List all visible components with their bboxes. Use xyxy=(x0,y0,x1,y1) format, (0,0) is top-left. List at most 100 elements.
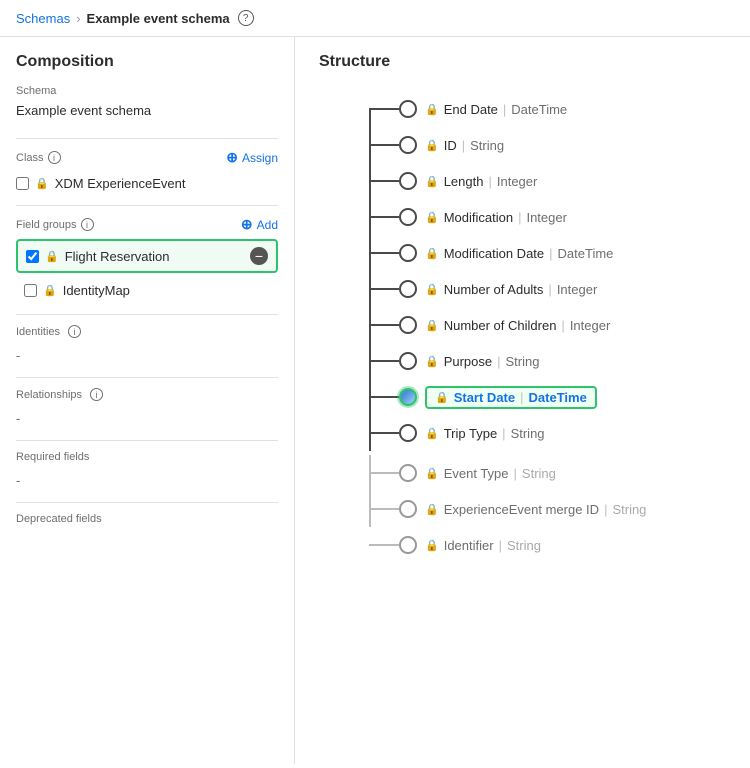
node-field-1: 🔒 ID | String xyxy=(425,138,504,153)
fg-checkbox-0[interactable] xyxy=(26,250,39,263)
right-panel: Structure 🔒 End Date | DateTime 🔒 ID | S… xyxy=(295,37,750,764)
add-plus-icon: ⊕ xyxy=(241,216,253,233)
field-groups-label-text: Field groups xyxy=(16,219,77,231)
divider-2 xyxy=(16,205,278,206)
node-circle-9[interactable] xyxy=(399,424,417,442)
node-sep-5: | xyxy=(548,282,551,297)
tree-row-1: 🔒 ID | String xyxy=(399,127,726,163)
node-circle-1[interactable] xyxy=(399,136,417,154)
sub-name-1: ExperienceEvent merge ID xyxy=(444,502,599,517)
node-name-9: Trip Type xyxy=(444,426,497,441)
node-circle-7[interactable] xyxy=(399,352,417,370)
node-lock-5: 🔒 xyxy=(425,283,439,296)
field-group-item-1[interactable]: 🔒 IdentityMap xyxy=(16,277,278,304)
help-icon[interactable]: ? xyxy=(238,10,254,26)
main-layout: Composition Schema Example event schema … xyxy=(0,37,750,764)
node-lock-2: 🔒 xyxy=(425,175,439,188)
identities-section: Identities i - xyxy=(16,325,278,367)
field-groups-section-row: Field groups i ⊕ Add xyxy=(16,216,278,233)
node-sep-1: | xyxy=(462,138,465,153)
identities-value: - xyxy=(16,344,278,367)
schemas-breadcrumb[interactable]: Schemas xyxy=(16,11,70,26)
fg-lock-icon-0: 🔒 xyxy=(45,250,59,263)
node-circle-6[interactable] xyxy=(399,316,417,334)
node-field-7: 🔒 Purpose | String xyxy=(425,354,539,369)
node-name-0: End Date xyxy=(444,102,498,117)
add-label: Add xyxy=(257,218,278,232)
relationships-help-icon[interactable]: i xyxy=(90,388,103,401)
sub-lock-0: 🔒 xyxy=(425,467,439,480)
h-connector-2 xyxy=(369,180,399,182)
sub-nodes-container: 🔒 Event Type | String 🔒 ExperienceEvent … xyxy=(399,455,726,563)
tree-row-2: 🔒 Length | Integer xyxy=(399,163,726,199)
divider-6 xyxy=(16,502,278,503)
node-circle-0[interactable] xyxy=(399,100,417,118)
node-circle-5[interactable] xyxy=(399,280,417,298)
node-field-5: 🔒 Number of Adults | Integer xyxy=(425,282,597,297)
sub-circle-1[interactable] xyxy=(399,500,417,518)
class-help-icon[interactable]: i xyxy=(48,151,61,164)
tree-row-5: 🔒 Number of Adults | Integer xyxy=(399,271,726,307)
required-fields-label: Required fields xyxy=(16,451,278,463)
h-connector-1 xyxy=(369,144,399,146)
node-circle-2[interactable] xyxy=(399,172,417,190)
composition-title: Composition xyxy=(16,53,278,71)
node-name-2: Length xyxy=(444,174,484,189)
fg-minus-0[interactable]: − xyxy=(250,247,268,265)
sub-sep-1: | xyxy=(604,502,607,517)
divider-5 xyxy=(16,440,278,441)
node-circle-3[interactable] xyxy=(399,208,417,226)
sub-h-connector-0 xyxy=(369,472,399,474)
divider-1 xyxy=(16,138,278,139)
h-connector-6 xyxy=(369,324,399,326)
fg-name-1: IdentityMap xyxy=(63,283,130,298)
divider-4 xyxy=(16,377,278,378)
field-group-item-0[interactable]: 🔒 Flight Reservation − xyxy=(16,239,278,273)
identities-help-icon[interactable]: i xyxy=(68,325,81,338)
main-vertical-line xyxy=(369,109,371,451)
node-field-3: 🔒 Modification | Integer xyxy=(425,210,567,225)
relationships-label-text: Relationships xyxy=(16,389,82,401)
sub-type-2: String xyxy=(507,538,541,553)
sub-field-1: 🔒 ExperienceEvent merge ID | String xyxy=(425,502,646,517)
schema-value: Example event schema xyxy=(16,103,278,128)
sub-lock-2: 🔒 xyxy=(425,539,439,552)
field-groups-list: 🔒 Flight Reservation − 🔒 IdentityMap xyxy=(16,239,278,304)
sub-circle-2[interactable] xyxy=(399,536,417,554)
fg-checkbox-1[interactable] xyxy=(24,284,37,297)
field-groups-label-row: Field groups i xyxy=(16,218,94,231)
node-type-5: Integer xyxy=(557,282,597,297)
assign-button[interactable]: ⊕ Assign xyxy=(226,149,278,166)
sub-vertical-line xyxy=(369,455,371,527)
class-checkbox[interactable] xyxy=(16,177,29,190)
node-sep-3: | xyxy=(518,210,521,225)
node-field-2: 🔒 Length | Integer xyxy=(425,174,537,189)
h-connector-7 xyxy=(369,360,399,362)
sub-sep-2: | xyxy=(499,538,502,553)
node-type-9: String xyxy=(511,426,545,441)
node-lock-3: 🔒 xyxy=(425,211,439,224)
field-groups-help-icon[interactable]: i xyxy=(81,218,94,231)
fg-name-0: Flight Reservation xyxy=(65,249,170,264)
node-circle-8[interactable] xyxy=(399,388,417,406)
node-sep-7: | xyxy=(497,354,500,369)
sub-row-2: 🔒 Identifier | String xyxy=(399,527,726,563)
node-lock-6: 🔒 xyxy=(425,319,439,332)
sub-name-0: Event Type xyxy=(444,466,509,481)
required-fields-label-text: Required fields xyxy=(16,451,89,463)
node-circle-4[interactable] xyxy=(399,244,417,262)
sub-circle-0[interactable] xyxy=(399,464,417,482)
h-connector-4 xyxy=(369,252,399,254)
sub-name-2: Identifier xyxy=(444,538,494,553)
node-sep-8: | xyxy=(520,390,523,405)
node-sep-9: | xyxy=(502,426,505,441)
node-lock-1: 🔒 xyxy=(425,139,439,152)
node-sep-6: | xyxy=(561,318,564,333)
node-lock-7: 🔒 xyxy=(425,355,439,368)
node-type-6: Integer xyxy=(570,318,610,333)
top-bar: Schemas › Example event schema ? xyxy=(0,0,750,37)
add-field-group-button[interactable]: ⊕ Add xyxy=(241,216,278,233)
node-field-9: 🔒 Trip Type | String xyxy=(425,426,545,441)
sub-type-0: String xyxy=(522,466,556,481)
node-type-3: Integer xyxy=(526,210,566,225)
